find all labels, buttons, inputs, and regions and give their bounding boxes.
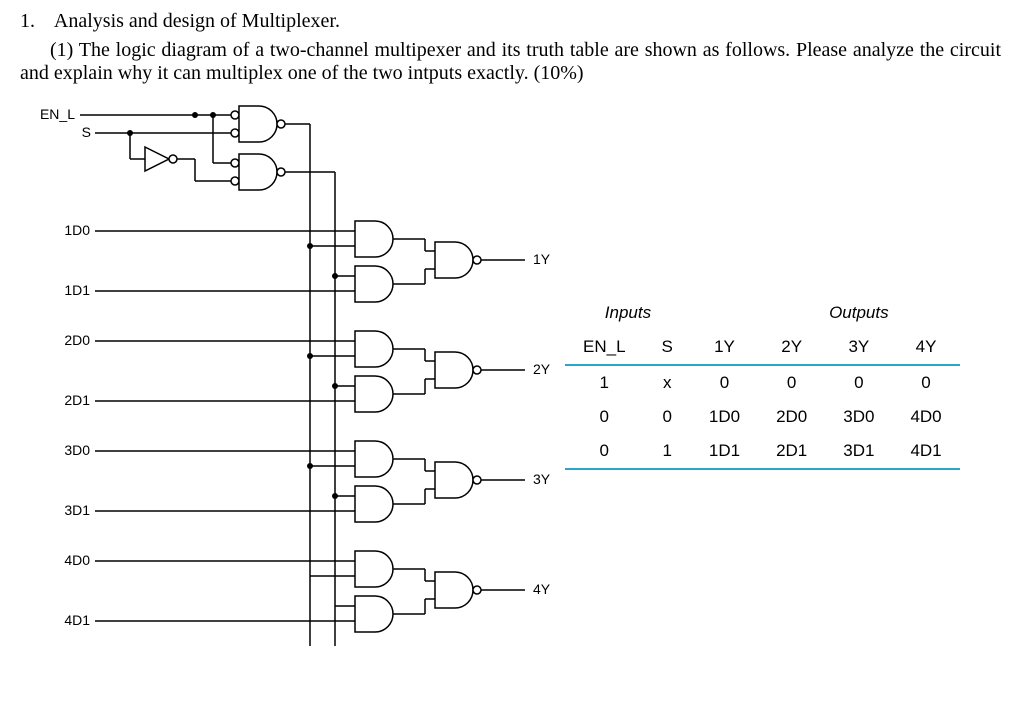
- question-body-text: The logic diagram of a two-channel multi…: [20, 39, 1001, 84]
- label-2d1: 2D1: [64, 392, 90, 408]
- th-inputs: Inputs: [565, 296, 691, 330]
- th-outputs: Outputs: [758, 296, 960, 330]
- col-3y: 3Y: [825, 330, 892, 365]
- col-2y: 2Y: [758, 330, 825, 365]
- label-3y: 3Y: [533, 471, 551, 487]
- question-title-text: Analysis and design of Multiplexer.: [54, 10, 340, 32]
- col-4y: 4Y: [892, 330, 959, 365]
- question-body: (1) The logic diagram of a two-channel m…: [20, 39, 1001, 85]
- label-1d0: 1D0: [64, 222, 90, 238]
- label-1d1: 1D1: [64, 282, 90, 298]
- part-label: (1): [50, 39, 73, 61]
- question-number: 1.: [20, 10, 50, 33]
- col-1y: 1Y: [691, 330, 758, 365]
- table-row: 0 1 1D1 2D1 3D1 4D1: [565, 434, 960, 469]
- label-4y: 4Y: [533, 581, 551, 597]
- label-s: S: [82, 124, 91, 140]
- col-s: S: [644, 330, 691, 365]
- label-1y: 1Y: [533, 251, 551, 267]
- label-3d0: 3D0: [64, 442, 90, 458]
- col-enl: EN_L: [565, 330, 644, 365]
- truth-table: Inputs Outputs EN_L S 1Y 2Y 3Y 4Y 1 x 0 …: [565, 296, 960, 470]
- label-3d1: 3D1: [64, 502, 90, 518]
- label-2y: 2Y: [533, 361, 551, 377]
- label-2d0: 2D0: [64, 332, 90, 348]
- table-row: 1 x 0 0 0 0: [565, 365, 960, 400]
- table-row: 0 0 1D0 2D0 3D0 4D0: [565, 400, 960, 434]
- label-4d1: 4D1: [64, 612, 90, 628]
- label-enl: EN_L: [40, 106, 75, 122]
- logic-diagram: EN_L S 1D0: [35, 101, 565, 671]
- question-title: 1. Analysis and design of Multiplexer.: [20, 10, 1001, 33]
- label-4d0: 4D0: [64, 552, 90, 568]
